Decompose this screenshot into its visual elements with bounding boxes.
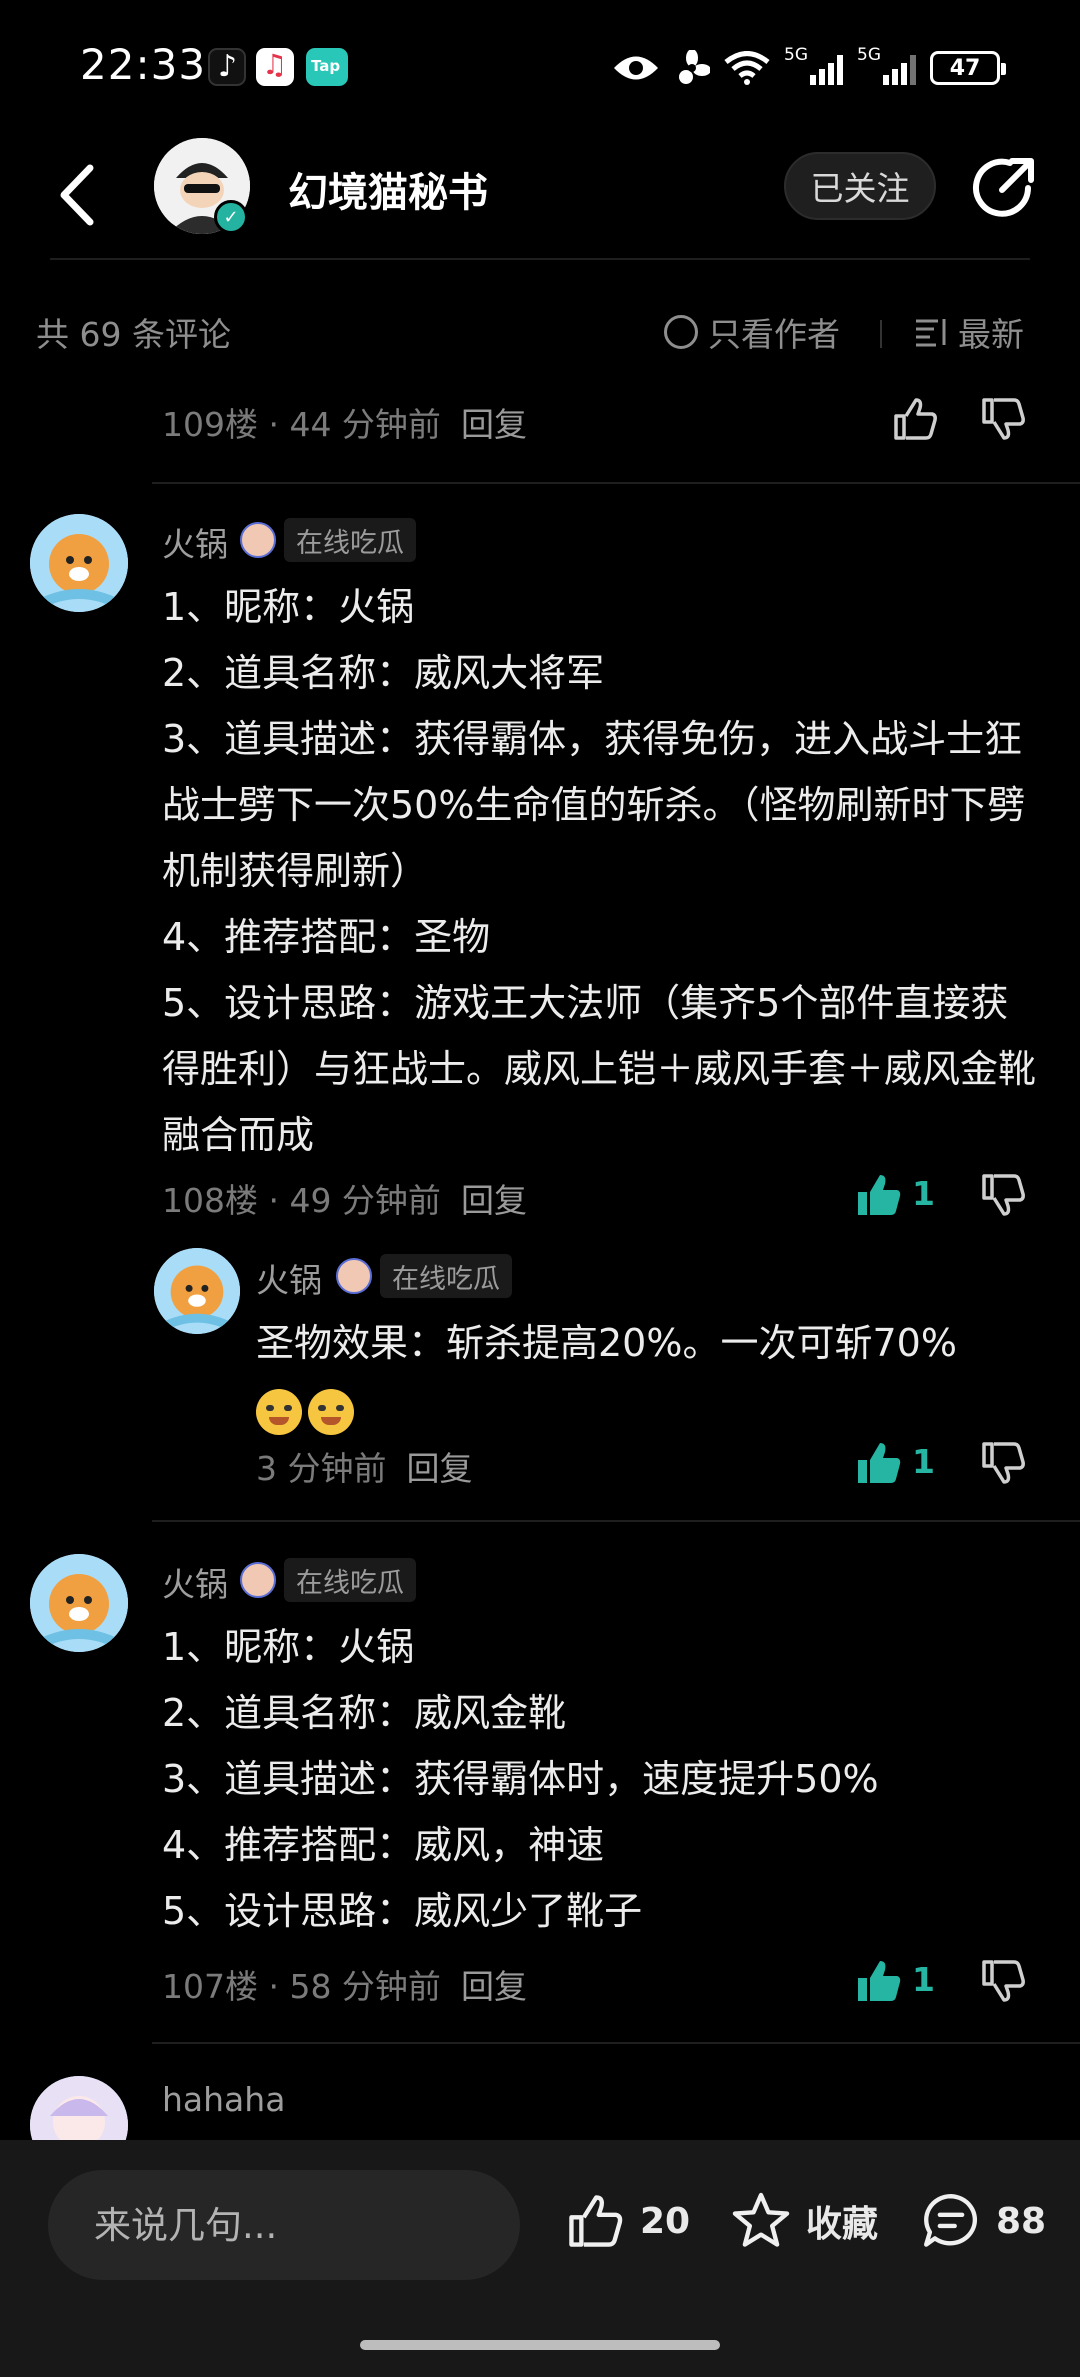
- comment-meta: 107楼 · 58 分钟前 回复: [162, 1960, 527, 2008]
- user-avatar[interactable]: [154, 1248, 240, 1334]
- tiktok-icon: [208, 48, 246, 86]
- divider: [50, 258, 1030, 260]
- user-avatar[interactable]: [30, 514, 128, 612]
- post-like-button[interactable]: 20: [562, 2190, 690, 2252]
- sort-button[interactable]: 最新: [914, 308, 1024, 356]
- like-icon[interactable]: [890, 394, 940, 444]
- dislike-icon[interactable]: [978, 1956, 1028, 2006]
- comment-line: 5、设计思路：游戏王大法师（集齐5个部件直接获得胜利）与狂战士。威风上铠＋威风手…: [162, 981, 1037, 1157]
- username[interactable]: hahaha: [162, 2080, 285, 2119]
- bottom-action-bar: 20 收藏 88: [0, 2140, 1080, 2377]
- comment-line: 2、道具名称：威风金靴: [162, 1691, 567, 1735]
- post-header: ✓ 幻境猫秘书 已关注: [0, 130, 1080, 260]
- username[interactable]: 火锅: [162, 1558, 228, 1606]
- share-icon[interactable]: [968, 154, 1038, 224]
- star-icon: [732, 2192, 790, 2247]
- favorite-button[interactable]: 收藏: [728, 2190, 878, 2252]
- user-level-icon: [240, 1562, 276, 1598]
- back-arrow-icon[interactable]: [50, 158, 110, 232]
- author-only-label: 只看作者: [708, 315, 840, 354]
- divider: [152, 482, 1080, 484]
- like-count: 1: [912, 1960, 935, 1999]
- signal-1-icon: 5G: [784, 45, 843, 85]
- divider: [880, 320, 882, 348]
- comment-line: 5、设计思路：威风少了靴子: [162, 1889, 643, 1933]
- divider: [152, 2042, 1080, 2044]
- like-icon-active[interactable]: [854, 1956, 904, 2006]
- comment-body: 1、昵称：火锅 2、道具名称：威风金靴 3、道具描述：获得霸体时，速度提升50%…: [162, 1614, 1042, 1944]
- user-level-icon: [336, 1258, 372, 1294]
- wifi-icon: [724, 51, 770, 85]
- like-icon: [569, 2195, 623, 2247]
- dislike-icon[interactable]: [978, 1170, 1028, 1220]
- network-label: 5G: [784, 45, 808, 65]
- battery-icon: 47: [930, 51, 1006, 85]
- dislike-icon[interactable]: [978, 394, 1028, 444]
- like-icon-active[interactable]: [854, 1170, 904, 1220]
- user-badge: 在线吃瓜: [380, 1254, 512, 1298]
- verified-badge-icon: ✓: [214, 200, 248, 234]
- username[interactable]: 火锅: [256, 1254, 322, 1302]
- comment-line: 2、道具名称：威风大将军: [162, 651, 605, 695]
- status-time: 22:33: [80, 40, 207, 89]
- like-icon-active[interactable]: [854, 1438, 904, 1488]
- comment-line: 4、推荐搭配：圣物: [162, 915, 491, 959]
- sort-label: 最新: [958, 315, 1024, 354]
- comment-total: 88: [996, 2200, 1047, 2242]
- reply-body: 圣物效果：斩杀提高20%。一次可斩70%: [256, 1310, 1036, 1442]
- comment-line: 1、昵称：火锅: [162, 585, 415, 629]
- user-badge: 在线吃瓜: [284, 518, 416, 562]
- author-only-toggle[interactable]: 只看作者: [664, 308, 840, 356]
- sort-icon: [916, 319, 946, 347]
- user-badge: 在线吃瓜: [284, 1558, 416, 1602]
- user-avatar[interactable]: [30, 1554, 128, 1652]
- dislike-icon[interactable]: [978, 1438, 1028, 1488]
- username[interactable]: 火锅: [162, 518, 228, 566]
- like-total: 20: [640, 2200, 691, 2242]
- comment-line: 4、推荐搭配：威风，神速: [162, 1823, 605, 1867]
- signal-2-icon: 5G: [857, 45, 916, 85]
- comment-floor-time: 107楼 · 58 分钟前: [162, 1967, 441, 2006]
- comment-body: 1、昵称：火锅 2、道具名称：威风大将军 3、道具描述：获得霸体，获得免伤，进入…: [162, 574, 1042, 1168]
- comment-floor-time: 108楼 · 49 分钟前: [162, 1181, 441, 1220]
- reply-button[interactable]: 回复: [461, 1967, 527, 2006]
- music-icon: [256, 48, 294, 86]
- divider: [152, 1520, 1080, 1522]
- comment-meta: 3 分钟前 回复: [256, 1442, 473, 1490]
- taptap-icon: [306, 48, 348, 86]
- comment-floor-time: 109楼 · 44 分钟前: [162, 405, 441, 444]
- laughing-emoji-icon: [308, 1388, 354, 1435]
- comment-count: 共 69 条评论: [36, 315, 231, 354]
- reply-button[interactable]: 回复: [461, 405, 527, 444]
- reply-button[interactable]: 回复: [407, 1449, 473, 1488]
- emoji-row: [256, 1376, 1036, 1442]
- author-name[interactable]: 幻境猫秘书: [288, 160, 488, 218]
- radio-circle-icon: [664, 315, 698, 349]
- reply-button[interactable]: 回复: [461, 1181, 527, 1220]
- comment-line: 3、道具描述：获得霸体，获得免伤，进入战斗士狂战士劈下一次50%生命值的斩杀。（…: [162, 717, 1026, 893]
- comment-line: 1、昵称：火锅: [162, 1625, 415, 1669]
- fan-icon: [679, 50, 710, 84]
- status-bar: 22:33 5G 5G 47: [0, 0, 1080, 130]
- home-indicator[interactable]: [360, 2340, 720, 2350]
- comment-bubble-icon: [924, 2194, 978, 2247]
- comment-filter-bar: 共 69 条评论 只看作者 最新: [0, 290, 1080, 370]
- like-count: 1: [912, 1442, 935, 1481]
- comment-meta: 109楼 · 44 分钟前 回复: [162, 398, 527, 446]
- laughing-emoji-icon: [256, 1388, 302, 1435]
- comment-input[interactable]: [48, 2170, 520, 2280]
- eye-icon: [614, 56, 658, 80]
- user-level-icon: [240, 522, 276, 558]
- like-count: 1: [912, 1174, 935, 1213]
- reply-text: 圣物效果：斩杀提高20%。一次可斩70%: [256, 1321, 957, 1365]
- comments-button[interactable]: 88: [918, 2190, 1046, 2252]
- network-label: 5G: [857, 45, 881, 65]
- comment-time: 3 分钟前: [256, 1449, 387, 1488]
- status-icons: 5G 5G 47: [612, 45, 1006, 90]
- comment-input-box[interactable]: [48, 2170, 520, 2280]
- comment-line: 3、道具描述：获得霸体时，速度提升50%: [162, 1757, 879, 1801]
- favorite-label: 收藏: [806, 2204, 879, 2245]
- follow-button[interactable]: 已关注: [784, 152, 936, 220]
- comment-meta: 108楼 · 49 分钟前 回复: [162, 1174, 527, 1222]
